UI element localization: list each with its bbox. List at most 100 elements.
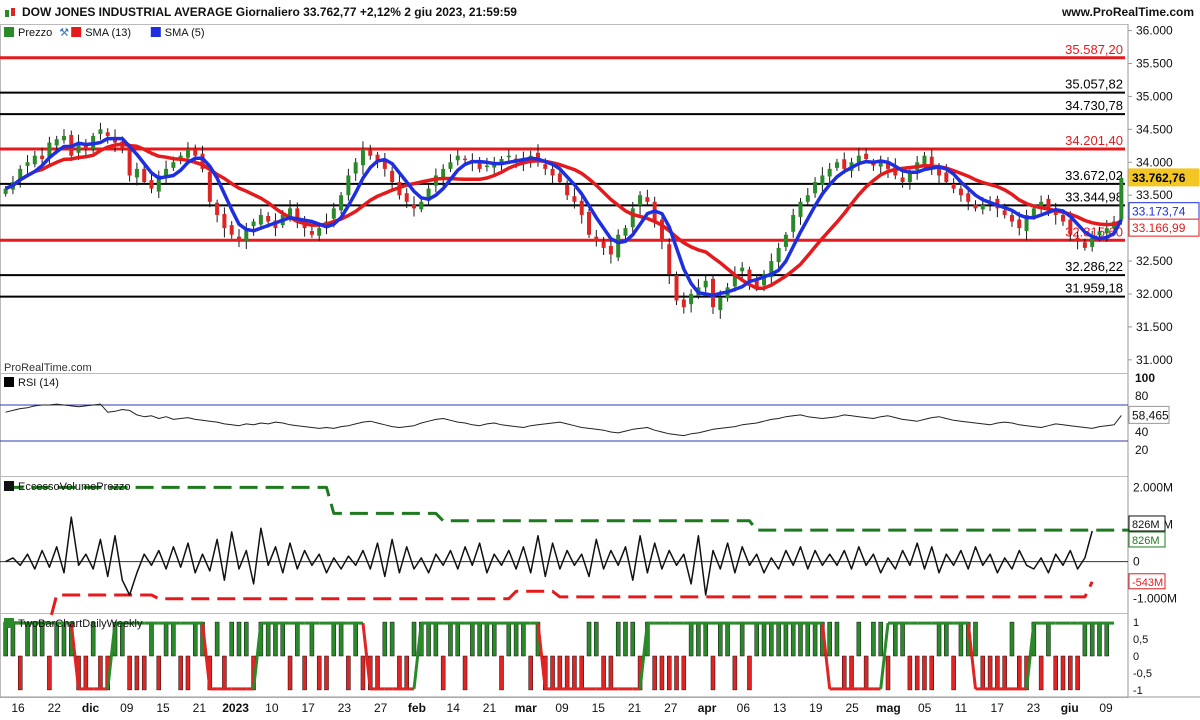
twobar-daily-bar	[696, 621, 701, 657]
chart-canvas[interactable]: 31.00031.50032.00032.50033.00033.50034.0…	[0, 0, 1200, 720]
twobar-daily-bar	[1075, 655, 1080, 691]
candle-body	[587, 211, 592, 235]
candle-body	[339, 195, 344, 211]
twobar-legend-label: TwoBarChartDailyWeekly	[18, 618, 143, 630]
twobar-daily-bar	[265, 621, 271, 657]
x-tick-label: 21	[483, 701, 497, 715]
level-label: 31.959,18	[1065, 281, 1123, 296]
twobar-daily-bar	[470, 621, 475, 657]
twobar-daily-bar	[1038, 655, 1044, 691]
twobar-daily-bar	[907, 655, 913, 691]
candle-body	[317, 228, 322, 236]
level-label: 34.201,40	[1065, 133, 1123, 148]
twobar-daily-bar	[185, 655, 191, 691]
candle-body	[703, 280, 708, 288]
twobar-daily-bar	[659, 655, 665, 691]
candle-body	[32, 155, 37, 165]
twobar-daily-bar	[287, 655, 293, 691]
twobar-daily-bar	[433, 621, 439, 657]
candle-body	[185, 149, 190, 158]
twobar-daily-bar	[718, 621, 723, 657]
candle-body	[266, 215, 271, 222]
twobar-daily-bar	[338, 621, 344, 657]
twobar-daily-bar	[995, 655, 1000, 691]
candle-body	[966, 193, 971, 202]
price-tick-label: 31.500	[1136, 320, 1173, 334]
twobar-daily-bar	[958, 621, 964, 657]
twobar-daily-bar	[761, 621, 767, 657]
candle-body	[353, 162, 358, 174]
price-tick-label: 34.500	[1136, 122, 1173, 136]
level-label: 33.672,02	[1065, 168, 1123, 183]
candle-body	[222, 213, 227, 229]
twobar-daily-bar	[666, 655, 672, 691]
twobar-daily-bar	[550, 655, 555, 691]
volume-tag-black: 826M	[1132, 519, 1160, 531]
candle-body	[1097, 231, 1102, 236]
twobar-daily-bar	[222, 655, 227, 691]
candle-body	[390, 170, 395, 183]
twobar-daily-bar	[280, 621, 286, 657]
x-tick-label: 2023	[222, 701, 249, 715]
twobar-daily-bar	[302, 655, 307, 691]
twobar-daily-bar	[316, 655, 322, 691]
level-label: 35.587,20	[1065, 42, 1123, 57]
x-tick-label: 17	[991, 701, 1005, 715]
candle-body	[134, 168, 139, 178]
candle-body	[805, 195, 810, 202]
twobar-daily-bar	[273, 621, 278, 657]
candle-body	[1031, 208, 1036, 216]
price-tick-label: 35.500	[1136, 57, 1173, 71]
rsi-legend-swatch	[4, 377, 14, 387]
series-legend-swatch	[71, 27, 82, 37]
candle-body	[747, 269, 752, 281]
candle-body	[54, 139, 59, 146]
twobar-daily-bar	[1017, 655, 1022, 691]
price-tick-label: 34.000	[1136, 155, 1173, 169]
candle-body	[856, 155, 861, 163]
candle-body	[791, 214, 796, 232]
twobar-daily-bar	[404, 655, 409, 691]
twobar-daily-bar	[309, 621, 315, 657]
price-tick-label: 32.500	[1136, 254, 1173, 268]
twobar-daily-bar	[922, 655, 927, 691]
twobar-daily-bar	[863, 655, 869, 691]
twobar-daily-bar	[754, 621, 759, 657]
series-legend-swatch	[150, 27, 161, 37]
candle-legend-icon	[4, 27, 14, 37]
rsi-panel	[0, 373, 1129, 477]
candle-body	[309, 231, 314, 235]
candle-body	[623, 228, 628, 236]
twobar-daily-bar	[980, 655, 986, 691]
twobar-daily-bar	[630, 621, 636, 657]
candle-body	[900, 177, 905, 183]
candle-body	[1009, 214, 1014, 222]
twobar-daily-bar	[732, 655, 738, 691]
candle-body	[1068, 219, 1073, 235]
twobar-daily-bar	[841, 655, 847, 691]
twobar-daily-bar	[134, 655, 140, 691]
candle-body	[251, 221, 256, 227]
twobar-daily-bar	[681, 655, 687, 691]
candle-body	[441, 168, 446, 178]
twobar-daily-bar	[893, 621, 898, 657]
x-tick-label: 27	[664, 701, 678, 715]
twobar-daily-bar	[914, 655, 920, 691]
twobar-daily-bar	[141, 655, 147, 691]
rsi-tick-label: 100	[1135, 371, 1155, 385]
twobar-daily-bar	[1060, 655, 1066, 691]
twobar-daily-bar	[936, 621, 942, 657]
twobar-daily-bar	[944, 621, 949, 657]
candle-body	[484, 165, 489, 168]
twobar-daily-bar	[214, 621, 220, 657]
x-tick-label: 06	[737, 701, 751, 715]
twobar-daily-bar	[1082, 621, 1088, 657]
twobar-daily-bar	[834, 621, 840, 657]
candle-body	[616, 234, 621, 258]
twobar-daily-bar	[572, 655, 577, 691]
twobar-daily-bar	[47, 655, 52, 691]
price-tick-label: 32.000	[1136, 287, 1173, 301]
candle-body	[1017, 219, 1022, 229]
twobar-tick-label: -0,5	[1133, 668, 1152, 680]
twobar-daily-bar	[528, 655, 533, 691]
